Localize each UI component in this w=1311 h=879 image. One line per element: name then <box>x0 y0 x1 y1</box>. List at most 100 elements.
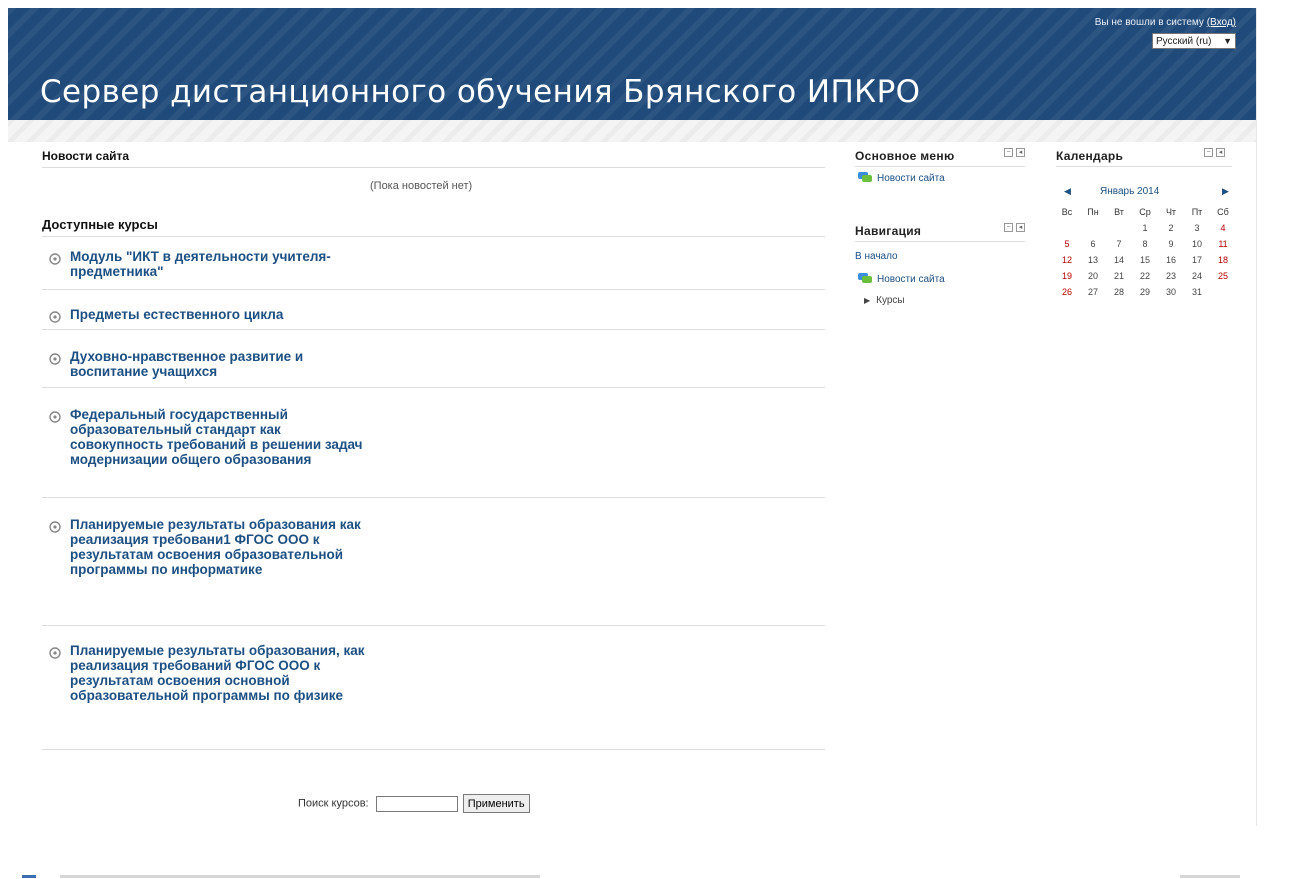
course-item: Духовно-нравственное развитие и воспитан… <box>42 349 825 388</box>
taskbar-divider <box>1180 875 1240 878</box>
calendar-day <box>1080 220 1106 236</box>
calendar-day: 30 <box>1165 287 1176 297</box>
nav-news-label: Новости сайта <box>877 274 945 285</box>
calendar-day: 24 <box>1191 271 1202 281</box>
language-select[interactable]: Русский (ru) ▼ <box>1152 33 1236 49</box>
news-section-title: Новости сайта <box>42 149 825 168</box>
calendar-week: 12 13 14 15 16 17 18 <box>1054 252 1236 268</box>
dock-icon[interactable]: ◂ <box>1016 148 1025 157</box>
calendar-day: 16 <box>1165 255 1176 265</box>
calendar-day: 3 <box>1194 223 1200 233</box>
course-link[interactable]: Духовно-нравственное развитие и воспитан… <box>70 349 370 379</box>
main-menu-title: Основное меню <box>855 149 1025 167</box>
course-icon <box>49 411 61 423</box>
news-empty-text: (Пока новостей нет) <box>370 180 473 192</box>
weekday: Ср <box>1139 207 1151 217</box>
search-label: Поиск курсов: <box>298 797 369 810</box>
course-link[interactable]: Предметы естественного цикла <box>70 307 370 322</box>
course-item: Планируемые результаты образования как р… <box>42 517 825 626</box>
calendar-day: 7 <box>1116 239 1122 249</box>
calendar-day: 22 <box>1139 271 1150 281</box>
site-header: Вы не вошли в систему (Вход) Русский (ru… <box>8 8 1256 121</box>
calendar-day: 21 <box>1113 271 1124 281</box>
calendar-week: 5 6 7 8 9 10 11 <box>1054 236 1236 252</box>
triangle-right-icon: ▶ <box>864 296 871 305</box>
collapse-icon[interactable]: − <box>1204 148 1213 157</box>
dock-icon[interactable]: ◂ <box>1216 148 1225 157</box>
calendar-day: 13 <box>1087 255 1098 265</box>
calendar-day: 15 <box>1139 255 1150 265</box>
course-icon <box>49 253 61 265</box>
course-item: Планируемые результаты образования, как … <box>42 643 825 750</box>
course-link[interactable]: Планируемые результаты образования, как … <box>70 643 370 703</box>
calendar-day: 26 <box>1061 287 1072 297</box>
calendar-week: 1 2 3 4 <box>1054 220 1236 236</box>
calendar-day: 20 <box>1087 271 1098 281</box>
course-link[interactable]: Планируемые результаты образования как р… <box>70 517 370 577</box>
nav-news-link[interactable]: Новости сайта <box>858 273 945 285</box>
main-menu-item-label: Новости сайта <box>877 173 945 184</box>
chevron-down-icon: ▼ <box>1223 36 1232 46</box>
course-search: Поиск курсов: Применить <box>298 794 530 813</box>
calendar-week: 26 27 28 29 30 31 <box>1054 284 1236 300</box>
weekday: Сб <box>1217 207 1229 217</box>
main-menu-controls: − ◂ <box>1004 148 1025 157</box>
dock-icon[interactable]: ◂ <box>1016 223 1025 232</box>
course-icon <box>49 311 61 323</box>
calendar-day: 9 <box>1168 239 1174 249</box>
collapse-icon[interactable]: − <box>1004 148 1013 157</box>
calendar-table: Вс Пн Вт Ср Чт Пт Сб 1 2 3 4 5 6 7 8 9 1… <box>1054 204 1236 300</box>
calendar-day: 29 <box>1139 287 1150 297</box>
calendar-day: 25 <box>1217 271 1228 281</box>
taskbar-divider <box>60 875 540 878</box>
weekday: Пн <box>1087 207 1099 217</box>
calendar-day: 6 <box>1090 239 1096 249</box>
calendar-day: 10 <box>1191 239 1202 249</box>
previous-month-icon[interactable]: ◀ <box>1064 186 1071 197</box>
calendar-day: 27 <box>1087 287 1098 297</box>
weekday: Вс <box>1061 207 1073 217</box>
page: Вы не вошли в систему (Вход) Русский (ru… <box>8 8 1257 826</box>
calendar-day: 5 <box>1064 239 1070 249</box>
calendar-day: 19 <box>1061 271 1072 281</box>
calendar-day: 18 <box>1217 255 1228 265</box>
course-link[interactable]: Федеральный государственный образователь… <box>70 407 370 467</box>
calendar-day: 23 <box>1165 271 1176 281</box>
search-input[interactable] <box>375 795 458 812</box>
course-icon <box>49 353 61 365</box>
calendar-day: 4 <box>1220 223 1226 233</box>
navigation-controls: − ◂ <box>1004 223 1025 232</box>
courses-section-title: Доступные курсы <box>42 217 825 237</box>
bottom-strip <box>0 874 1311 879</box>
main-menu-item-news[interactable]: Новости сайта <box>858 172 945 184</box>
collapse-icon[interactable]: − <box>1004 223 1013 232</box>
nav-courses-label: Курсы <box>876 295 905 306</box>
site-title: Сервер дистанционного обучения Брянского… <box>40 74 921 110</box>
calendar-day: 17 <box>1191 255 1202 265</box>
apply-button[interactable]: Применить <box>462 794 530 813</box>
taskbar-mark <box>22 875 36 878</box>
navigation-title: Навигация <box>855 224 1025 242</box>
login-info: Вы не вошли в систему (Вход) <box>1095 17 1236 28</box>
calendar-day <box>1054 220 1080 236</box>
calendar-day: 31 <box>1191 287 1202 297</box>
calendar-weekdays: Вс Пн Вт Ср Чт Пт Сб <box>1054 204 1236 220</box>
calendar-controls: − ◂ <box>1204 148 1225 157</box>
calendar-day: 1 <box>1142 223 1148 233</box>
course-item: Модуль "ИКТ в деятельности учителя-предм… <box>42 249 825 290</box>
calendar-month[interactable]: Январь 2014 <box>1100 186 1159 197</box>
news-icon <box>858 172 872 183</box>
nav-courses-link[interactable]: ▶ Курсы <box>864 295 905 306</box>
login-link[interactable]: (Вход) <box>1207 17 1236 28</box>
next-month-icon[interactable]: ▶ <box>1222 186 1229 197</box>
calendar-day: 12 <box>1061 255 1072 265</box>
calendar-day: 11 <box>1218 239 1228 249</box>
login-status-text: Вы не вошли в систему <box>1094 17 1204 28</box>
calendar-week: 19 20 21 22 23 24 25 <box>1054 268 1236 284</box>
course-item: Федеральный государственный образователь… <box>42 407 825 498</box>
course-link[interactable]: Модуль "ИКТ в деятельности учителя-предм… <box>70 249 370 279</box>
weekday: Вт <box>1114 207 1124 217</box>
nav-home-link[interactable]: В начало <box>855 251 898 262</box>
calendar-day: 2 <box>1168 223 1174 233</box>
calendar-day: 14 <box>1113 255 1124 265</box>
